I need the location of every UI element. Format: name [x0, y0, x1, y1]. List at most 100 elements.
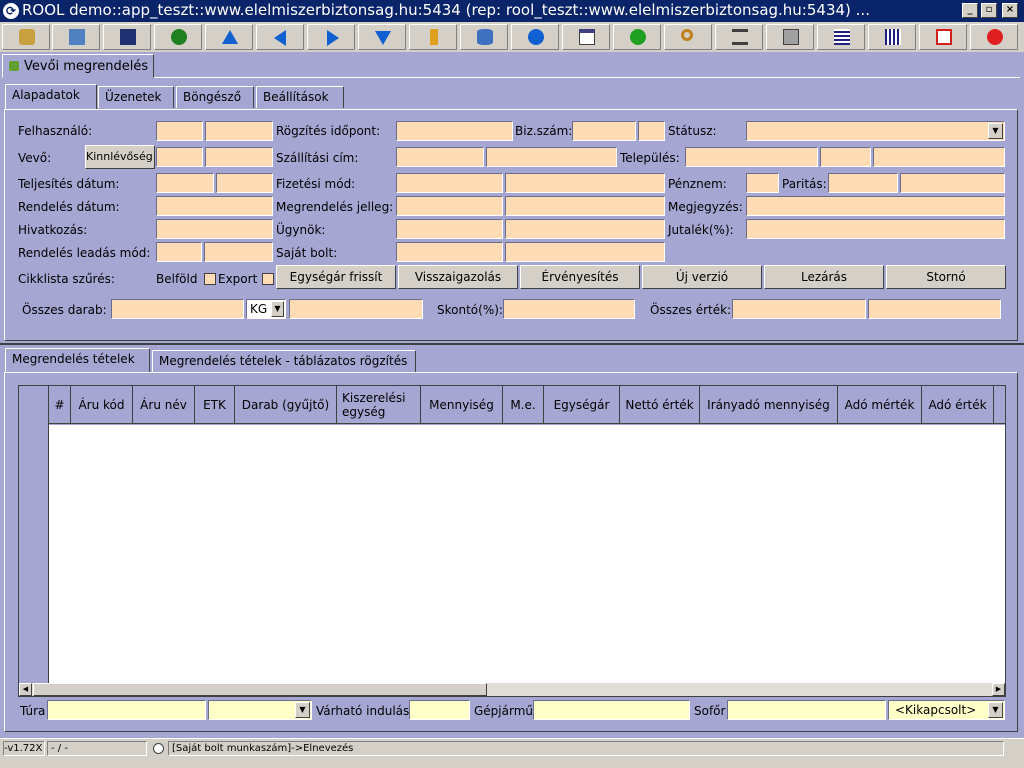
sajat-bolt-code-field[interactable] — [396, 242, 503, 262]
statusz-select[interactable]: ▼ — [746, 121, 1005, 141]
info-button[interactable] — [511, 24, 559, 50]
rogzites-idopont-field[interactable] — [396, 121, 513, 141]
unit-select[interactable]: KG ▼ — [246, 299, 286, 319]
gepjarmu-field[interactable] — [533, 700, 690, 720]
filter-button[interactable] — [715, 24, 763, 50]
col-header-aru-kod[interactable]: Áru kód — [71, 386, 133, 424]
kikapcsolt-select[interactable]: <Kikapcsolt> ▼ — [888, 700, 1005, 720]
uj-verzio-button[interactable]: Új verzió — [642, 265, 762, 289]
horizontal-scrollbar[interactable]: ◀ ▶ — [19, 683, 1005, 696]
chevron-down-icon[interactable]: ▼ — [988, 123, 1003, 139]
col-header-darab[interactable]: Darab (gyűjtő) — [235, 386, 337, 424]
tab-beallitasok[interactable]: Beállítások — [256, 86, 344, 108]
rendeles-datum-field[interactable] — [156, 196, 273, 216]
paritas-field[interactable] — [900, 173, 1005, 193]
tura-field[interactable] — [47, 700, 206, 720]
felhasznalo-code-field[interactable] — [156, 121, 203, 141]
rendeles-leadas-mod-code-field[interactable] — [156, 242, 202, 262]
col-header-me[interactable]: M.e. — [503, 386, 544, 424]
tura-select[interactable]: ▼ — [208, 700, 312, 720]
fit-window-button[interactable] — [919, 24, 967, 50]
hivatkozas-field[interactable] — [156, 219, 273, 239]
sofor-field[interactable] — [727, 700, 886, 720]
grid-button[interactable] — [868, 24, 916, 50]
megrendeles-jelleg-code-field[interactable] — [396, 196, 503, 216]
chevron-down-icon[interactable]: ▼ — [295, 702, 310, 718]
window-button[interactable] — [562, 24, 610, 50]
telepules-field[interactable] — [685, 147, 818, 167]
tools-button[interactable] — [2, 24, 50, 50]
kinnlevoseg-button[interactable]: Kinnlévőség — [85, 145, 155, 169]
belfold-checkbox[interactable] — [204, 273, 216, 285]
col-header-iranyado-mennyiseg[interactable]: Irányadó mennyiség — [700, 386, 838, 424]
col-header-kiszerelesi-egyseg[interactable]: Kiszerelési egység — [337, 386, 421, 424]
rendeles-leadas-mod-field[interactable] — [204, 242, 273, 262]
egysegar-frissit-button[interactable]: Egységár frissít — [276, 265, 396, 289]
tab-megrendeles-tetelek[interactable]: Megrendelés tételek — [5, 348, 150, 372]
visszaigazolas-button[interactable]: Visszaigazolás — [398, 265, 518, 289]
tab-uzenetek[interactable]: Üzenetek — [98, 86, 174, 108]
search-button[interactable] — [664, 24, 712, 50]
col-header-egysegar[interactable]: Egységár — [544, 386, 620, 424]
close-window-button[interactable]: × — [1002, 3, 1018, 18]
szallitasi-cim-code-field[interactable] — [396, 147, 484, 167]
save-button[interactable] — [103, 24, 151, 50]
tab-bongeszo[interactable]: Böngésző — [176, 86, 254, 108]
vevo-code-field[interactable] — [156, 147, 203, 167]
maximize-button[interactable]: ▫ — [981, 3, 997, 18]
varhato-indulas-field[interactable] — [409, 700, 470, 720]
chevron-down-icon[interactable]: ▼ — [271, 301, 284, 317]
col-header-aru-nev[interactable]: Áru név — [133, 386, 195, 424]
status-radio[interactable] — [153, 743, 164, 754]
jutalek-field[interactable] — [746, 219, 1005, 239]
col-header-etk[interactable]: ETK — [195, 386, 235, 424]
col-header-netto-ertek[interactable]: Nettó érték — [620, 386, 700, 424]
last-record-button[interactable] — [358, 24, 406, 50]
osszes-ertek-extra-field[interactable] — [868, 299, 1001, 319]
open-button[interactable] — [52, 24, 100, 50]
storno-button[interactable]: Stornó — [886, 265, 1006, 289]
felhasznalo-name-field[interactable] — [205, 121, 273, 141]
skonto-field[interactable] — [503, 299, 635, 319]
megjegyzes-field[interactable] — [746, 196, 1005, 216]
vevo-name-field[interactable] — [205, 147, 273, 167]
next-button[interactable] — [307, 24, 355, 50]
fizetesi-mod-field[interactable] — [505, 173, 665, 193]
tab-megrendeles-tetelek-tablazatos[interactable]: Megrendelés tételek - táblázatos rögzíté… — [152, 350, 416, 372]
col-header-overflow[interactable] — [994, 386, 1005, 424]
first-record-button[interactable] — [205, 24, 253, 50]
refresh-button[interactable] — [613, 24, 661, 50]
ervenyesites-button[interactable]: Érvényesítés — [520, 265, 640, 289]
database-button[interactable] — [460, 24, 508, 50]
biz-szam-field[interactable] — [572, 121, 636, 141]
undo-button[interactable] — [154, 24, 202, 50]
paritas-code-field[interactable] — [828, 173, 898, 193]
scroll-right-icon[interactable]: ▶ — [992, 683, 1005, 696]
scroll-thumb[interactable] — [33, 683, 487, 696]
col-header-index[interactable]: # — [49, 386, 71, 424]
penznem-field[interactable] — [746, 173, 779, 193]
megrendeles-jelleg-field[interactable] — [505, 196, 665, 216]
ugynok-field[interactable] — [505, 219, 665, 239]
prev-button[interactable] — [256, 24, 304, 50]
osszes-darab-extra-field[interactable] — [289, 299, 423, 319]
minimize-button[interactable]: _ — [962, 3, 978, 18]
col-header-ado-mertek[interactable]: Adó mérték — [838, 386, 922, 424]
document-tab[interactable]: Vevői megrendelés — [2, 54, 154, 78]
sajat-bolt-field[interactable] — [505, 242, 665, 262]
grid-export-button[interactable] — [817, 24, 865, 50]
ugynok-code-field[interactable] — [396, 219, 503, 239]
print-button[interactable] — [766, 24, 814, 50]
chevron-down-icon[interactable]: ▼ — [988, 702, 1003, 718]
biz-szam-suffix-field[interactable] — [638, 121, 665, 141]
edit-button[interactable] — [409, 24, 457, 50]
col-header-mennyiseg[interactable]: Mennyiség — [421, 386, 503, 424]
telepules-zip-field[interactable] — [820, 147, 871, 167]
osszes-darab-field[interactable] — [111, 299, 244, 319]
lezaras-button[interactable]: Lezárás — [764, 265, 884, 289]
exit-button[interactable] — [970, 24, 1018, 50]
export-checkbox[interactable] — [262, 273, 274, 285]
szallitasi-cim-field[interactable] — [486, 147, 617, 167]
teljesites-datum-field[interactable] — [156, 173, 214, 193]
fizetesi-mod-code-field[interactable] — [396, 173, 503, 193]
